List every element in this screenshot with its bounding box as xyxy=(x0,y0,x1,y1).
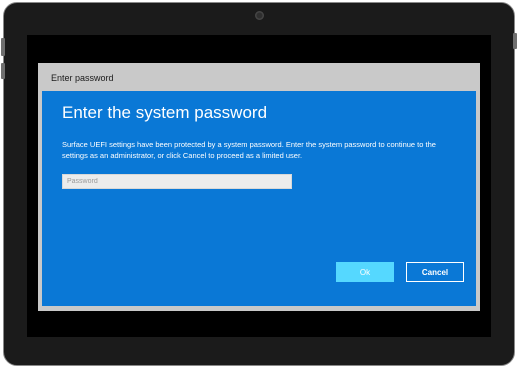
side-button xyxy=(1,38,5,56)
camera-icon xyxy=(255,11,264,20)
tablet-device: Enter password Enter the system password… xyxy=(1,2,517,366)
cancel-button[interactable]: Cancel xyxy=(406,262,464,282)
dialog-body: Enter the system password Surface UEFI s… xyxy=(42,91,476,306)
page-title: Enter the system password xyxy=(62,103,268,122)
dialog-title: Enter password xyxy=(51,73,114,83)
ok-button[interactable]: Ok xyxy=(336,262,394,282)
device-screen: Enter password Enter the system password… xyxy=(27,35,491,337)
password-dialog: Enter password Enter the system password… xyxy=(38,63,480,311)
password-input[interactable] xyxy=(62,174,292,189)
dialog-description: Surface UEFI settings have been protecte… xyxy=(62,140,436,160)
side-button xyxy=(1,63,5,79)
side-button xyxy=(513,33,517,49)
